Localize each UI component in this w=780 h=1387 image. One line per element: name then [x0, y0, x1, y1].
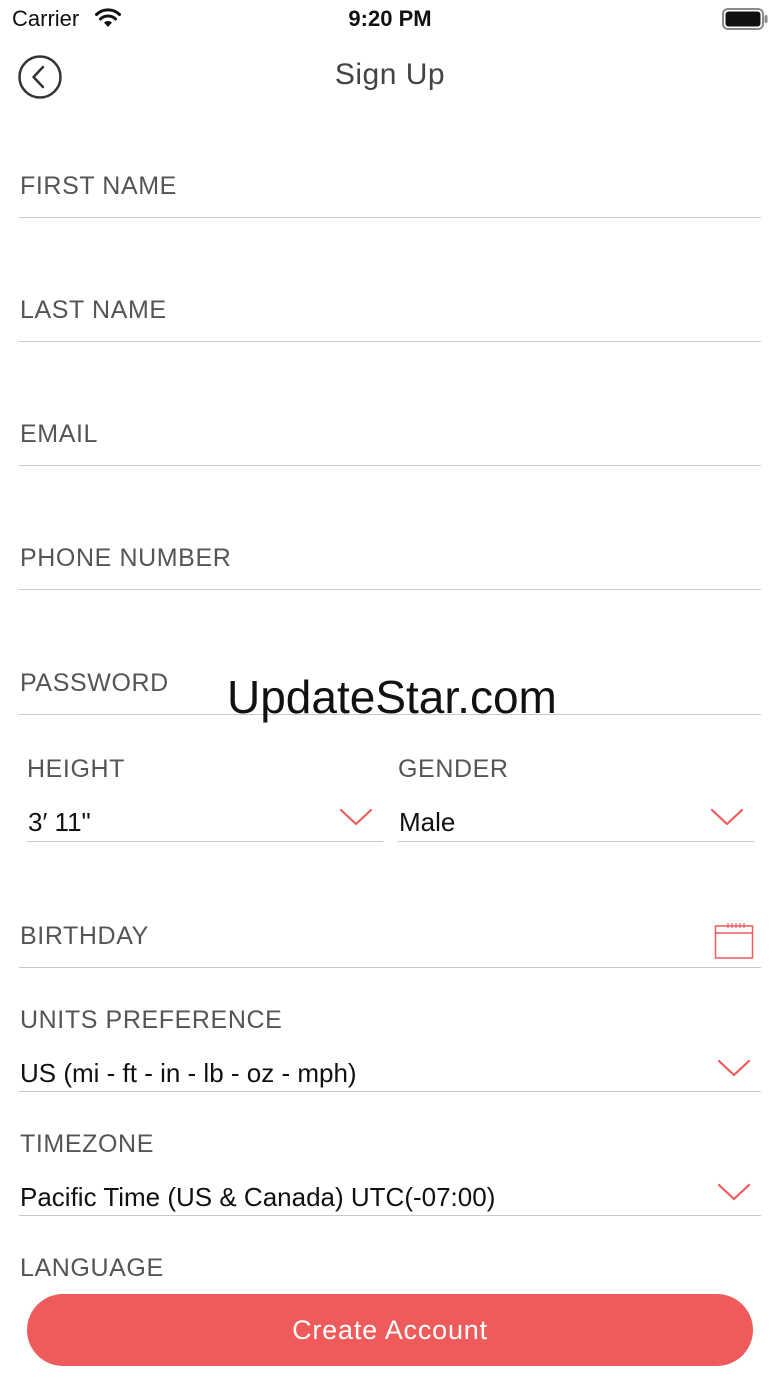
chevron-down-icon — [339, 808, 373, 826]
chevron-down-icon — [710, 808, 744, 826]
phone-number-placeholder: PHONE NUMBER — [20, 544, 232, 572]
password-placeholder: PASSWORD — [20, 669, 169, 697]
first-name-field[interactable]: FIRST NAME — [19, 160, 761, 218]
gender-value: Male — [399, 807, 456, 837]
gender-select[interactable]: Male — [398, 798, 754, 842]
create-account-button[interactable]: Create Account — [27, 1294, 753, 1366]
email-placeholder: EMAIL — [20, 420, 99, 448]
birthday-placeholder: BIRTHDAY — [20, 922, 149, 950]
battery-icon — [722, 8, 768, 30]
page-title: Sign Up — [334, 58, 446, 91]
birthday-field[interactable]: BIRTHDAY — [19, 910, 761, 968]
chevron-down-icon — [717, 1183, 751, 1201]
height-label: HEIGHT — [27, 755, 126, 783]
calendar-icon[interactable] — [714, 920, 754, 960]
last-name-field[interactable]: LAST NAME — [19, 284, 761, 342]
gender-label: GENDER — [398, 755, 509, 783]
units-preference-value: US (mi - ft - in - lb - oz - mph) — [20, 1058, 357, 1088]
password-field[interactable]: PASSWORD — [19, 657, 761, 715]
height-value: 3′ 11" — [28, 807, 91, 837]
language-label: LANGUAGE — [20, 1254, 164, 1282]
timezone-value: Pacific Time (US & Canada) UTC(-07:00) — [20, 1182, 496, 1212]
chevron-down-icon — [717, 1059, 751, 1077]
status-bar: Carrier 9:20 PM — [0, 0, 780, 40]
last-name-placeholder: LAST NAME — [20, 296, 167, 324]
height-select[interactable]: 3′ 11" — [27, 798, 383, 842]
status-time: 9:20 PM — [348, 6, 432, 31]
units-preference-select[interactable]: US (mi - ft - in - lb - oz - mph) — [19, 1048, 761, 1092]
timezone-select[interactable]: Pacific Time (US & Canada) UTC(-07:00) — [19, 1172, 761, 1216]
units-preference-label: UNITS PREFERENCE — [20, 1006, 283, 1034]
timezone-label: TIMEZONE — [20, 1130, 154, 1158]
phone-number-field[interactable]: PHONE NUMBER — [19, 532, 761, 590]
first-name-placeholder: FIRST NAME — [20, 172, 177, 200]
email-field[interactable]: EMAIL — [19, 408, 761, 466]
nav-bar: Sign Up — [0, 44, 780, 108]
